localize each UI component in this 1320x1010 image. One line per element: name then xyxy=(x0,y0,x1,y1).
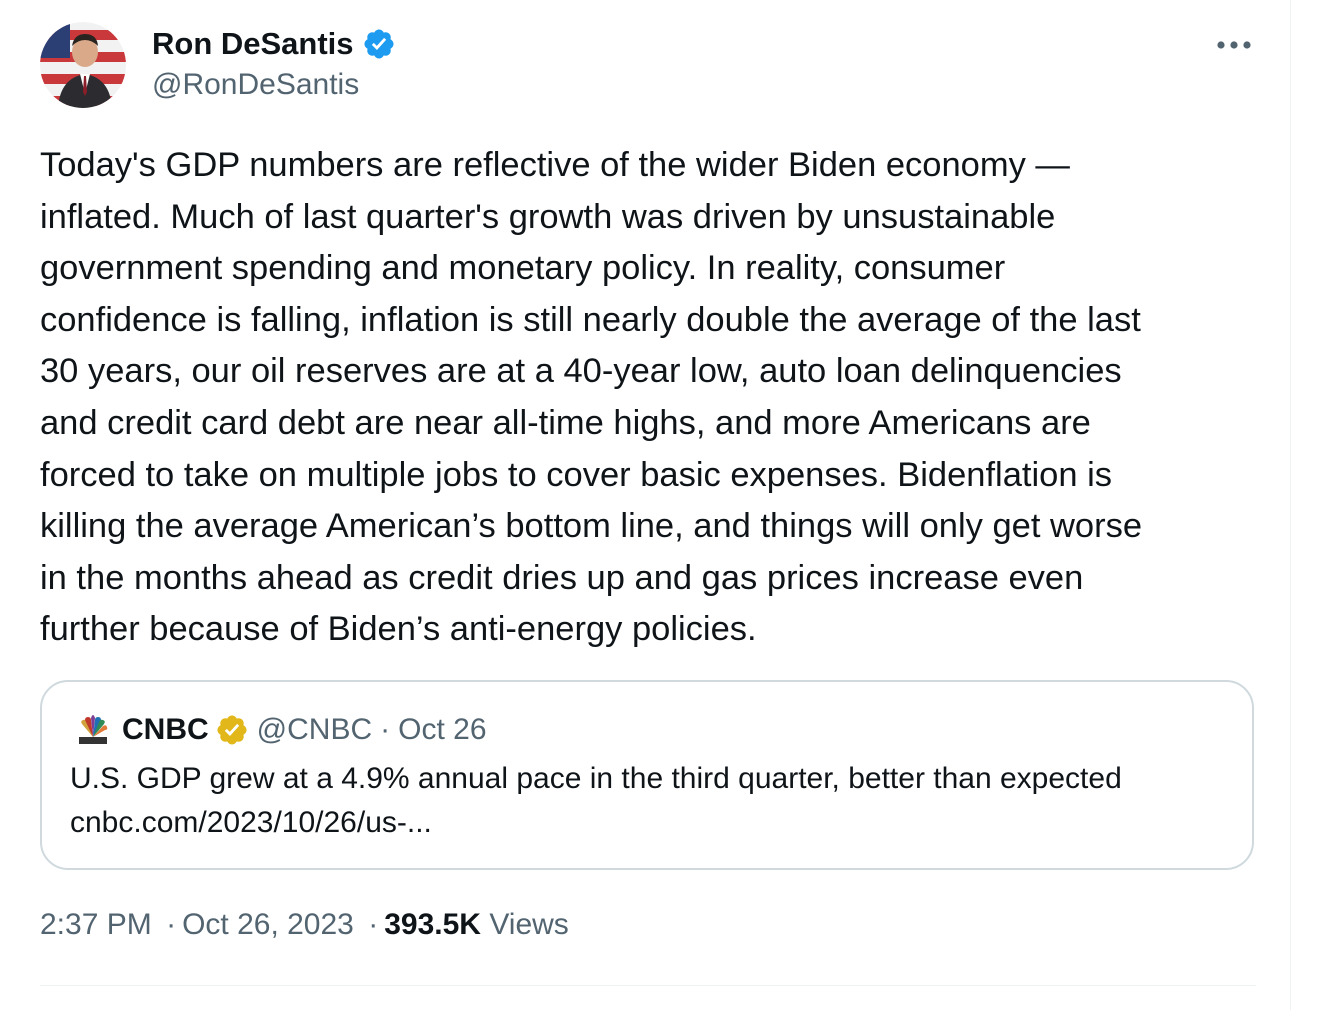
quoted-tweet-header: CNBC @CNBC · Oct 26 xyxy=(76,710,487,750)
tweet-text-line: Today's GDP numbers are reflective of th… xyxy=(40,146,1070,184)
quoted-tweet-text: U.S. GDP grew at a 4.9% annual pace in t… xyxy=(70,762,1122,795)
cnbc-logo-icon xyxy=(76,715,110,745)
quoted-date[interactable]: Oct 26 xyxy=(398,713,486,747)
tweet-text-line: inflated. Much of last quarter's growth … xyxy=(40,197,1056,236)
author-name[interactable]: Ron DeSantis xyxy=(152,26,354,62)
avatar[interactable] xyxy=(40,22,126,108)
more-horizontal-icon xyxy=(1217,41,1251,49)
tweet-text-line: in the months ahead as credit dries up a… xyxy=(40,558,1084,597)
more-options-button[interactable] xyxy=(1214,30,1254,60)
tweet-text-line: forced to take on multiple jobs to cover… xyxy=(40,455,1113,494)
tweet-text-line: government spending and monetary policy.… xyxy=(40,249,1006,288)
meta-separator: · xyxy=(166,908,177,941)
tweet-text-line: further because of Biden’s anti-energy p… xyxy=(40,610,757,649)
quoted-tweet-link[interactable]: cnbc.com/2023/10/26/us-... xyxy=(70,806,432,840)
column-border xyxy=(1290,0,1291,1010)
tweet-text-line: confidence is falling, inflation is stil… xyxy=(40,300,1141,339)
quoted-tweet-card[interactable]: CNBC @CNBC · Oct 26 U.S. GDP grew at a 4… xyxy=(40,680,1254,870)
post-date[interactable]: Oct 26, 2023 xyxy=(182,908,354,941)
views-label: Views xyxy=(489,908,569,941)
quoted-author-handle[interactable]: @CNBC xyxy=(257,713,372,747)
tweet-text-line: and credit card debt are near all-time h… xyxy=(40,403,1091,442)
post-time[interactable]: 2:37 PM xyxy=(40,908,152,941)
author-handle[interactable]: @RonDeSantis xyxy=(152,68,359,102)
views-count: 393.5K xyxy=(384,908,481,941)
author-name-row[interactable]: Ron DeSantis xyxy=(152,24,396,64)
quoted-author-name[interactable]: CNBC xyxy=(122,713,209,747)
tweet-metadata: 2:37 PM · Oct 26, 2023 · 393.5K Views xyxy=(40,908,569,942)
tweet-text-line: killing the average American’s bottom li… xyxy=(40,507,1143,546)
tweet-text: Today's GDP numbers are reflective of th… xyxy=(40,140,1280,656)
verified-badge-icon[interactable] xyxy=(362,27,396,61)
divider xyxy=(40,985,1256,986)
meta-separator: · xyxy=(368,908,379,941)
meta-separator: · xyxy=(380,713,391,746)
tweet-text-line: 30 years, our oil reserves are at a 40-y… xyxy=(40,352,1122,391)
gold-verified-badge-icon xyxy=(215,713,249,747)
